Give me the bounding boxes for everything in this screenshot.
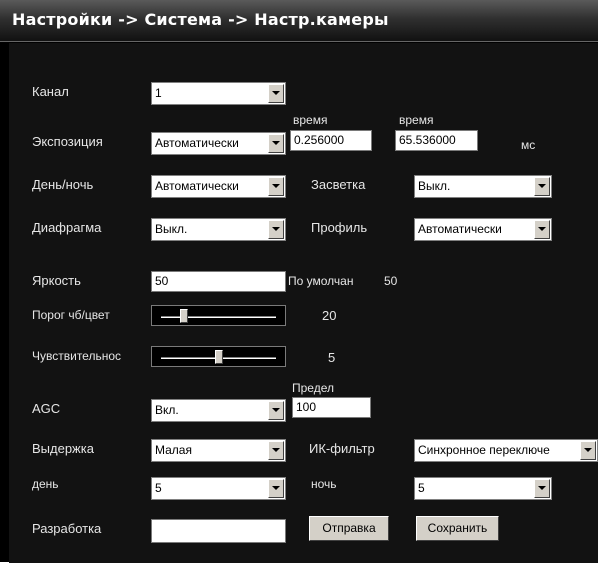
- day-label: день: [32, 477, 59, 491]
- profile-label: Профиль: [311, 220, 368, 235]
- day-select[interactable]: 5: [151, 477, 286, 500]
- save-button[interactable]: Сохранить: [416, 516, 499, 541]
- sensitivity-slider[interactable]: [151, 346, 286, 367]
- exposure-time-min-input[interactable]: 0.256000: [290, 130, 372, 151]
- exposure-time-label-2: время: [399, 113, 434, 127]
- night-value: 5: [418, 481, 425, 495]
- brightness-default-label: По умолчан: [288, 274, 354, 288]
- chevron-down-icon: [534, 479, 550, 498]
- exposure-mode-select[interactable]: Автоматически: [151, 132, 286, 155]
- agc-value: Вкл.: [155, 403, 179, 417]
- chevron-down-icon: [268, 401, 284, 420]
- send-button[interactable]: Отправка: [309, 516, 389, 541]
- ir-filter-select[interactable]: Синхронное переключе: [414, 439, 598, 462]
- exposure-label: Экспозиция: [32, 134, 103, 149]
- night-label: ночь: [311, 477, 337, 491]
- bw-threshold-label: Порог чб/цвет: [32, 308, 110, 322]
- brightness-default-value: 50: [384, 274, 398, 288]
- exposure-time-max-input[interactable]: 65.536000: [395, 130, 478, 151]
- chevron-down-icon: [268, 177, 284, 196]
- day-night-select[interactable]: Автоматически: [151, 175, 286, 198]
- brightness-input[interactable]: 50: [151, 271, 286, 292]
- slider-track: [161, 316, 276, 318]
- agc-label: AGC: [32, 401, 61, 416]
- iris-select[interactable]: Выкл.: [151, 218, 286, 241]
- chevron-down-icon: [534, 220, 550, 239]
- backlight-value: Выкл.: [418, 179, 451, 193]
- exposure-mode-value: Автоматически: [155, 136, 239, 150]
- page-title: Настройки -> Система -> Настр.камеры: [12, 10, 389, 29]
- night-select[interactable]: 5: [414, 477, 552, 500]
- chevron-down-icon: [580, 441, 596, 460]
- camera-settings-window: Настройки -> Система -> Настр.камеры Кан…: [0, 0, 598, 563]
- slider-thumb[interactable]: [180, 309, 188, 323]
- chevron-down-icon: [268, 84, 284, 103]
- agc-limit-label: Предел: [292, 381, 334, 395]
- dev-label: Разработка: [32, 521, 102, 536]
- exposure-time-label-1: время: [293, 113, 328, 127]
- settings-panel: Канал 1 время время Экспозиция Автоматич…: [9, 43, 598, 563]
- agc-select[interactable]: Вкл.: [151, 399, 286, 422]
- sensitivity-value: 5: [328, 350, 336, 365]
- backlight-label: Засветка: [311, 177, 366, 192]
- title-bar: Настройки -> Система -> Настр.камеры: [0, 0, 598, 42]
- exposure-unit: мс: [521, 138, 536, 152]
- channel-value: 1: [155, 86, 162, 100]
- iris-value: Выкл.: [155, 222, 188, 236]
- bw-threshold-slider[interactable]: [151, 305, 286, 326]
- chevron-down-icon: [268, 441, 284, 460]
- shutter-label: Выдержка: [32, 441, 94, 456]
- chevron-down-icon: [268, 479, 284, 498]
- backlight-select[interactable]: Выкл.: [414, 175, 552, 198]
- day-value: 5: [155, 481, 162, 495]
- brightness-label: Яркость: [32, 273, 81, 288]
- slider-thumb[interactable]: [214, 350, 223, 364]
- channel-select[interactable]: 1: [151, 82, 286, 105]
- shutter-value: Малая: [155, 443, 192, 457]
- channel-label: Канал: [32, 84, 69, 99]
- dev-input[interactable]: [151, 519, 286, 543]
- chevron-down-icon: [268, 220, 284, 239]
- sensitivity-label: Чувствительнос: [32, 349, 122, 363]
- ir-filter-label: ИК-фильтр: [309, 441, 375, 456]
- profile-select[interactable]: Автоматически: [414, 218, 552, 241]
- shutter-select[interactable]: Малая: [151, 439, 286, 462]
- day-night-value: Автоматически: [155, 179, 239, 193]
- bw-threshold-value: 20: [322, 308, 337, 323]
- profile-value: Автоматически: [418, 222, 502, 236]
- agc-limit-input[interactable]: 100: [292, 397, 371, 418]
- ir-filter-value: Синхронное переключе: [418, 443, 550, 457]
- day-night-label: День/ночь: [32, 177, 94, 192]
- iris-label: Диафрагма: [32, 220, 102, 235]
- chevron-down-icon: [268, 134, 284, 153]
- chevron-down-icon: [534, 177, 550, 196]
